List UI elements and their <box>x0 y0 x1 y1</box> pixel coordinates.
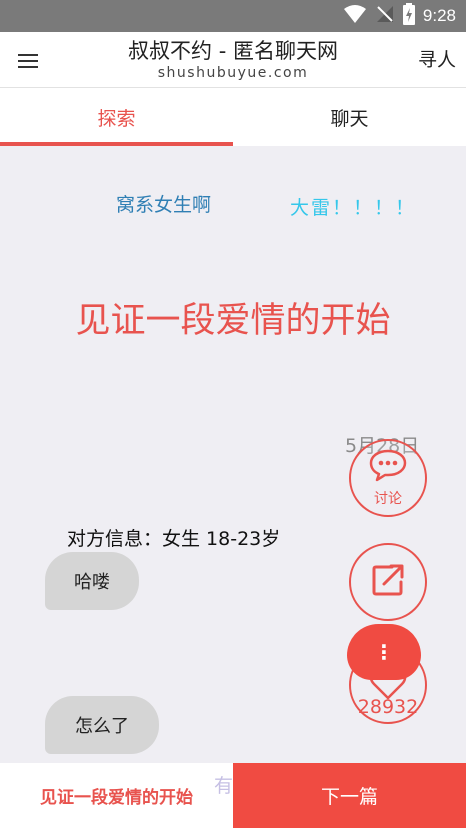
tab-explore[interactable]: 探索 <box>0 88 233 146</box>
tab-chat[interactable]: 聊天 <box>233 88 466 146</box>
current-post-title[interactable]: 见证一段爱情的开始 <box>0 763 233 828</box>
more-button[interactable]: ⋮ <box>347 624 421 680</box>
wifi-icon <box>343 4 367 28</box>
discuss-label: 讨论 <box>374 491 402 507</box>
bottom-bar: 见证一段爱情的开始 有 下一篇 <box>0 763 466 828</box>
battery-icon <box>402 3 415 29</box>
find-person-button[interactable]: 寻人 <box>418 45 456 72</box>
status-time: 9:28 <box>422 6 456 25</box>
partner-info: 对方信息：女生 18-23岁 <box>67 528 281 550</box>
app-title: 叔叔不约 - 匿名聊天网 <box>128 39 338 63</box>
chat-bubble: 怎么了 <box>45 696 159 754</box>
app-header: 叔叔不约 - 匿名聊天网 shushubuyue.com 寻人 <box>0 32 466 88</box>
discuss-button[interactable]: 讨论 <box>349 439 427 517</box>
share-icon <box>368 560 408 604</box>
title-block: 叔叔不约 - 匿名聊天网 shushubuyue.com <box>0 38 466 82</box>
post-tag: 窝系女生啊 <box>116 194 212 216</box>
post-headline: 见证一段爱情的开始 <box>75 301 391 341</box>
status-bar: 9:28 <box>0 0 466 32</box>
app-subtitle: shushubuyue.com <box>157 65 309 81</box>
more-vertical-icon: ⋮ <box>374 640 394 664</box>
tab-bar: 探索 聊天 <box>0 88 466 146</box>
post-tag: 大雷！！！！ <box>290 197 417 219</box>
post-content: 窝系女生啊 大雷！！！！ 见证一段爱情的开始 5月28日 对方信息：女生 18-… <box>0 146 466 763</box>
next-post-button[interactable]: 下一篇 <box>233 763 466 828</box>
chat-bubble-icon <box>368 448 408 486</box>
share-button[interactable] <box>349 543 427 621</box>
like-count: 28932 <box>357 696 419 718</box>
status-icons: 9:28 <box>343 0 456 32</box>
chat-bubble: 哈喽 <box>45 552 139 610</box>
no-signal-icon <box>375 4 395 28</box>
peek-text: 有 <box>214 775 234 797</box>
